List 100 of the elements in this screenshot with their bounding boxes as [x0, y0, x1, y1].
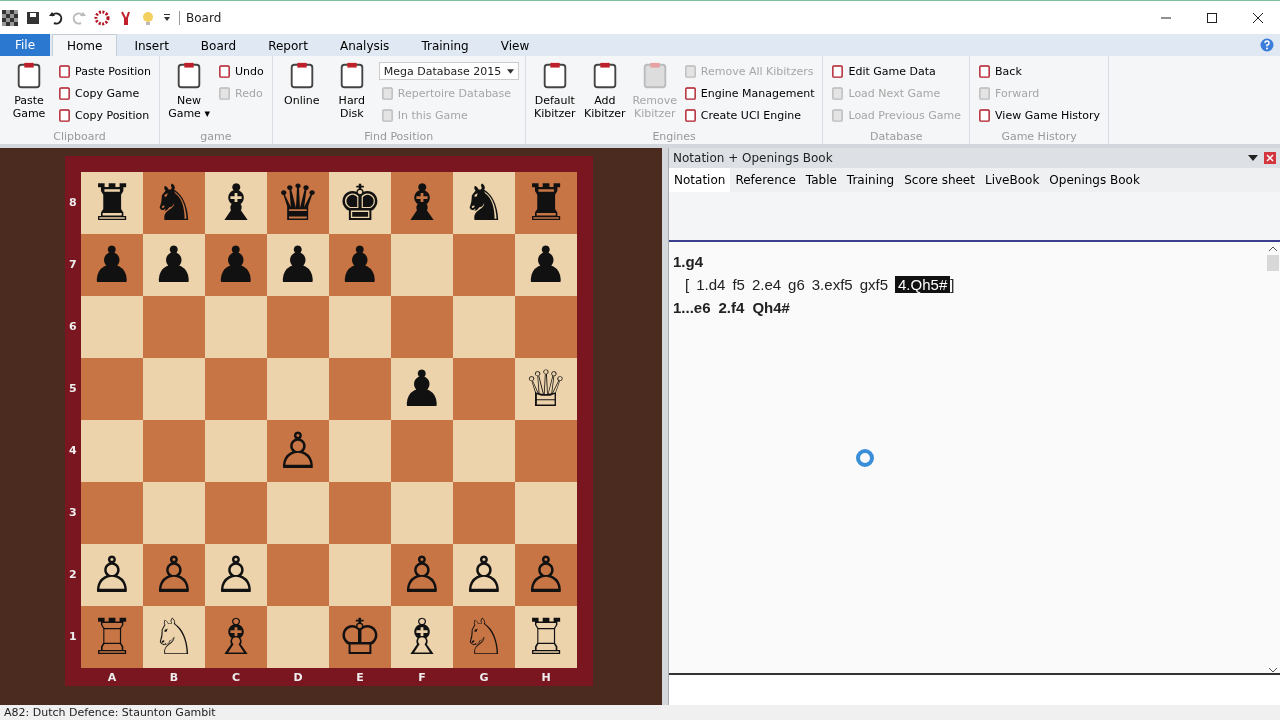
move[interactable]: g6: [788, 276, 805, 293]
board-square[interactable]: [267, 544, 329, 606]
chess-piece[interactable]: ♙: [151, 550, 197, 600]
board-square[interactable]: [391, 420, 453, 482]
ribbon-large-button[interactable]: Online: [278, 60, 325, 130]
board-square[interactable]: ♟: [143, 234, 205, 296]
chess-piece[interactable]: ♟: [399, 364, 445, 414]
board-square[interactable]: [391, 482, 453, 544]
board-square[interactable]: [391, 234, 453, 296]
chess-piece[interactable]: ♟: [523, 240, 569, 290]
ribbon-large-button[interactable]: Paste Game: [6, 60, 52, 130]
board-square[interactable]: ♙: [391, 544, 453, 606]
board-square[interactable]: ♛: [267, 172, 329, 234]
board-square[interactable]: ♙: [453, 544, 515, 606]
board-square[interactable]: ♙: [81, 544, 143, 606]
board-square[interactable]: [453, 296, 515, 358]
board-square[interactable]: ♟: [515, 234, 577, 296]
board-square[interactable]: [329, 544, 391, 606]
chess-piece[interactable]: ♝: [213, 178, 259, 228]
scroll-down-icon[interactable]: [1268, 667, 1278, 673]
move[interactable]: gxf5: [859, 276, 888, 293]
chess-piece[interactable]: ♞: [151, 178, 197, 228]
chess-piece[interactable]: ♟: [275, 240, 321, 290]
board-square[interactable]: [81, 296, 143, 358]
chess-piece[interactable]: ♙: [89, 550, 135, 600]
chess-piece[interactable]: ♖: [523, 612, 569, 662]
board-square[interactable]: ♞: [453, 172, 515, 234]
board-square[interactable]: [453, 234, 515, 296]
panel-tab[interactable]: Notation: [669, 168, 731, 192]
board-square[interactable]: ♟: [81, 234, 143, 296]
panel-tab[interactable]: Training: [841, 168, 900, 192]
chess-piece[interactable]: ♜: [89, 178, 135, 228]
board-square[interactable]: [329, 296, 391, 358]
board-square[interactable]: [205, 482, 267, 544]
board-square[interactable]: ♗: [391, 606, 453, 668]
ribbon-tab[interactable]: Training: [406, 34, 484, 56]
ribbon-tab[interactable]: Report: [253, 34, 323, 56]
board-square[interactable]: [81, 358, 143, 420]
panel-tab[interactable]: LiveBook: [979, 168, 1045, 192]
board-square[interactable]: ♖: [515, 606, 577, 668]
chess-piece[interactable]: ♘: [151, 612, 197, 662]
board-icon[interactable]: [2, 9, 18, 26]
close-icon[interactable]: [1252, 11, 1264, 24]
board-square[interactable]: ♙: [515, 544, 577, 606]
chess-piece[interactable]: ♙: [399, 550, 445, 600]
chess-piece[interactable]: ♞: [461, 178, 507, 228]
ribbon-button[interactable]: Copy Position: [56, 104, 154, 126]
scroll-up-icon[interactable]: [1268, 246, 1278, 252]
board-square[interactable]: ♜: [515, 172, 577, 234]
panel-tab[interactable]: Table: [800, 168, 842, 192]
chess-piece[interactable]: ♙: [275, 426, 321, 476]
board-square[interactable]: [329, 358, 391, 420]
board-square[interactable]: [205, 296, 267, 358]
chess-piece[interactable]: ♟: [337, 240, 383, 290]
chess-piece[interactable]: ♖: [89, 612, 135, 662]
chess-piece[interactable]: ♙: [213, 550, 259, 600]
panel-tab[interactable]: Reference: [730, 168, 801, 192]
board-square[interactable]: [143, 296, 205, 358]
move[interactable]: 4.Qh5#: [895, 276, 951, 293]
board-square[interactable]: [391, 296, 453, 358]
panel-tab[interactable]: Openings Book: [1044, 168, 1145, 192]
board-square[interactable]: ♘: [143, 606, 205, 668]
move[interactable]: Qh4#: [752, 299, 790, 316]
chess-piece[interactable]: ♜: [523, 178, 569, 228]
ribbon-large-button[interactable]: Hard Disk: [328, 60, 375, 130]
board-square[interactable]: [453, 482, 515, 544]
bulb-icon[interactable]: [140, 9, 156, 26]
chess-piece[interactable]: ♟: [213, 240, 259, 290]
move[interactable]: 2.f4: [718, 299, 745, 316]
chess-piece[interactable]: ♕: [523, 364, 569, 414]
database-dropdown[interactable]: Mega Database 2015: [378, 62, 519, 80]
save-icon[interactable]: [25, 9, 41, 26]
board-square[interactable]: ♖: [81, 606, 143, 668]
board-square[interactable]: [453, 420, 515, 482]
chess-piece[interactable]: ♝: [399, 178, 445, 228]
board-square[interactable]: [81, 420, 143, 482]
move[interactable]: f5: [732, 276, 745, 293]
board-square[interactable]: ♜: [81, 172, 143, 234]
board-square[interactable]: [329, 482, 391, 544]
chess-piece[interactable]: ♛: [275, 178, 321, 228]
board-square[interactable]: ♙: [143, 544, 205, 606]
board-square[interactable]: [267, 296, 329, 358]
board-square[interactable]: ♙: [267, 420, 329, 482]
board-square[interactable]: ♝: [205, 172, 267, 234]
dropdown-caret-icon[interactable]: [1248, 155, 1258, 161]
help-icon[interactable]: [1260, 38, 1274, 52]
chess-piece[interactable]: ♟: [151, 240, 197, 290]
board-square[interactable]: ♟: [205, 234, 267, 296]
ribbon-button[interactable]: Copy Game: [56, 82, 154, 104]
chess-piece[interactable]: ♘: [461, 612, 507, 662]
ribbon-button[interactable]: Back: [976, 60, 1103, 82]
ribbon-button[interactable]: View Game History: [976, 104, 1103, 126]
board-square[interactable]: ♝: [391, 172, 453, 234]
chess-piece[interactable]: ♔: [337, 612, 383, 662]
chess-piece[interactable]: ♙: [523, 550, 569, 600]
ribbon-button[interactable]: Engine Management: [681, 82, 817, 104]
ribbon-tab[interactable]: Insert: [119, 34, 184, 56]
move[interactable]: 3.exf5: [811, 276, 853, 293]
board-square[interactable]: ♕: [515, 358, 577, 420]
move[interactable]: 2.e4: [751, 276, 782, 293]
